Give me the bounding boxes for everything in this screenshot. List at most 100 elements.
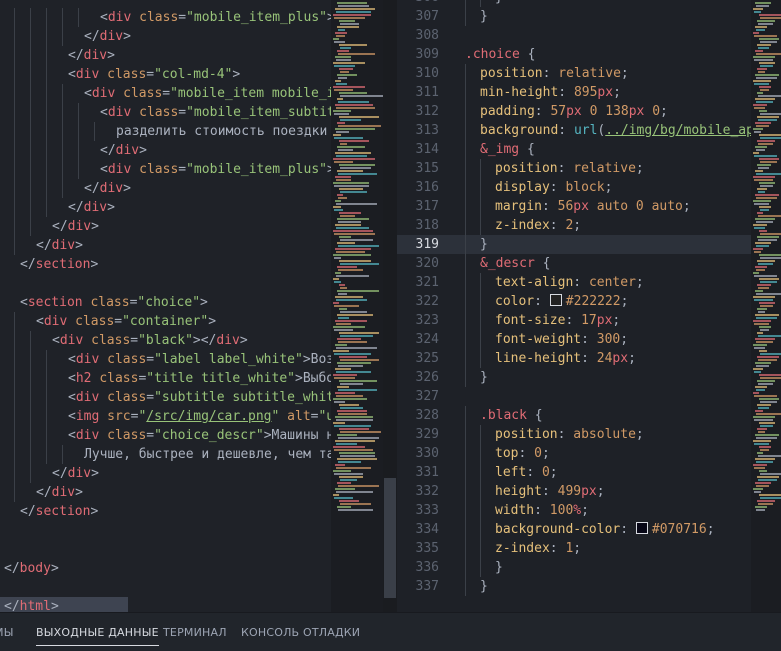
code-line[interactable]: <div class="subtitle subtitle_white (0, 388, 331, 407)
code-line[interactable]: <div class="mobile_item_subtitl (0, 103, 331, 122)
code-line[interactable]: 321 text-align: center; (397, 273, 644, 292)
code-line[interactable]: </div> (0, 141, 147, 160)
code-token: "col-md-4" (154, 67, 233, 82)
code-line[interactable]: 316 display: block; (397, 178, 613, 197)
minimap-line (334, 89, 353, 91)
left-editor-pane[interactable]: <div class="mobile_item_plus">-</div></d… (0, 0, 331, 612)
minimap-line (338, 197, 347, 199)
code-line[interactable]: </div> (0, 27, 131, 46)
code-line[interactable]: 331 left: 0; (397, 463, 558, 482)
code-line[interactable] (0, 578, 4, 597)
code-token: = (146, 352, 155, 367)
code-content: z-index: 1; (439, 539, 581, 558)
minimap-line (338, 269, 363, 271)
code-token: "label label_white" (154, 352, 303, 367)
code-line[interactable]: 319} (397, 235, 751, 254)
code-line[interactable]: 325 line-height: 24px; (397, 349, 636, 368)
code-token: div (51, 238, 76, 253)
line-number: 330 (415, 446, 439, 461)
code-line[interactable]: 336} (397, 558, 503, 577)
right-minimap[interactable] (751, 0, 781, 612)
code-line[interactable]: <img src="/src/img/car.png" alt="ut (0, 407, 331, 426)
code-line[interactable]: </div> (0, 483, 83, 502)
code-line[interactable] (0, 274, 4, 293)
color-swatch[interactable] (635, 522, 648, 534)
indent-guide (465, 197, 466, 216)
code-line[interactable]: 330 top: 0; (397, 444, 550, 463)
code-line[interactable]: 317 margin: 56px auto 0 auto; (397, 197, 691, 216)
code-line[interactable]: </html> (0, 597, 128, 612)
code-line[interactable]: 311 min-height: 895px; (397, 83, 621, 102)
code-token: "choice" (137, 295, 201, 310)
code-line[interactable]: 306} (397, 0, 503, 7)
color-swatch[interactable] (549, 294, 562, 306)
minimap-line (335, 488, 355, 490)
code-line[interactable]: 312 padding: 57px 0 138px 0; (397, 102, 668, 121)
minimap-line (339, 380, 377, 382)
code-line[interactable]: 327 (397, 387, 465, 406)
minimap-line (759, 158, 779, 160)
code-line[interactable]: 309 .choice { (397, 45, 536, 64)
code-line[interactable] (0, 521, 4, 540)
code-token: ; (628, 351, 636, 366)
minimap-line (335, 368, 351, 370)
code-line[interactable]: 337} (397, 577, 488, 596)
indent-guide (46, 445, 47, 464)
code-line[interactable]: 323 font-size: 17px; (397, 311, 621, 330)
code-line[interactable]: 322 color: #222222; (397, 292, 628, 311)
code-line[interactable]: <div class="col-md-4"> (0, 65, 240, 84)
code-line[interactable]: </div> (0, 46, 115, 65)
code-line[interactable]: 335 z-index: 1; (397, 539, 582, 558)
code-line[interactable]: </section> (0, 502, 98, 521)
code-line[interactable]: <div class="mobile_item mobile_it (0, 84, 331, 103)
code-line[interactable]: <h2 class="title title_white">Выбор (0, 369, 331, 388)
code-line[interactable]: 334 background-color: #070716; (397, 520, 715, 539)
minimap-line (757, 404, 771, 406)
minimap-line (334, 137, 363, 139)
panel-tab-terminal[interactable]: ТЕРМИНАЛ (163, 626, 227, 639)
code-line[interactable]: </div> (0, 198, 115, 217)
code-line[interactable]: 328 .black { (397, 406, 543, 425)
code-line[interactable]: 310 position: relative; (397, 64, 629, 83)
left-scrollbar[interactable] (383, 0, 397, 612)
code-token: px (612, 351, 629, 366)
code-line[interactable]: 318 z-index: 2; (397, 216, 582, 235)
indent-guide (14, 236, 15, 255)
code-line[interactable]: </section> (0, 255, 98, 274)
left-scrollbar-thumb[interactable] (384, 478, 396, 598)
code-token: < (68, 67, 76, 82)
code-line[interactable]: 315 position: relative; (397, 159, 644, 178)
minimap-line (335, 32, 347, 34)
code-line[interactable]: <div class="choice_descr">Машины на (0, 426, 331, 445)
code-line[interactable]: 333 width: 100%; (397, 501, 589, 520)
code-line[interactable]: 324 font-weight: 300; (397, 330, 629, 349)
panel-tab-debug-console[interactable]: КОНСОЛЬ ОТЛАДКИ (241, 626, 360, 639)
code-line[interactable]: 313 background: url(../img/bg/mobile_app (397, 121, 751, 140)
code-line[interactable]: 332 height: 499px; (397, 482, 605, 501)
code-line[interactable]: <div class="container"> (0, 312, 216, 331)
code-line[interactable]: </div> (0, 236, 83, 255)
code-line[interactable]: 326} (397, 368, 488, 387)
indent-guide (465, 368, 466, 387)
panel-tab-output[interactable]: ВЫХОДНЫЕ ДАННЫЕ (36, 626, 159, 646)
code-line[interactable]: <div class="mobile_item_plus">- (0, 8, 331, 27)
left-minimap[interactable] (331, 0, 383, 612)
code-line[interactable]: </body> (0, 559, 59, 578)
indent-guide (30, 464, 31, 483)
code-line[interactable]: 320 &_descr { (397, 254, 551, 273)
minimap-line (753, 248, 763, 250)
code-line[interactable] (0, 540, 4, 559)
minimap-line (757, 20, 775, 22)
code-line[interactable]: 307} (397, 7, 488, 26)
code-line[interactable]: Лучше, быстрее и дешевле, чем так (0, 445, 331, 464)
code-line[interactable]: разделить стоимость поездки (0, 122, 327, 141)
code-line[interactable]: </div> (0, 179, 131, 198)
code-line[interactable]: <div class="black"></div> (0, 331, 248, 350)
code-line[interactable]: 329 position: absolute; (397, 425, 644, 444)
code-line[interactable]: <div class="mobile_item_plus">- (0, 160, 331, 179)
code-line[interactable]: 308 (397, 26, 465, 45)
right-editor-pane[interactable]: 306}307}308309.choice {310position: rela… (397, 0, 751, 612)
code-line[interactable]: <section class="choice"> (0, 293, 208, 312)
code-line[interactable]: <div class="label label_white">Возм (0, 350, 331, 369)
panel-tab-problems[interactable]: МЫ (0, 626, 14, 639)
